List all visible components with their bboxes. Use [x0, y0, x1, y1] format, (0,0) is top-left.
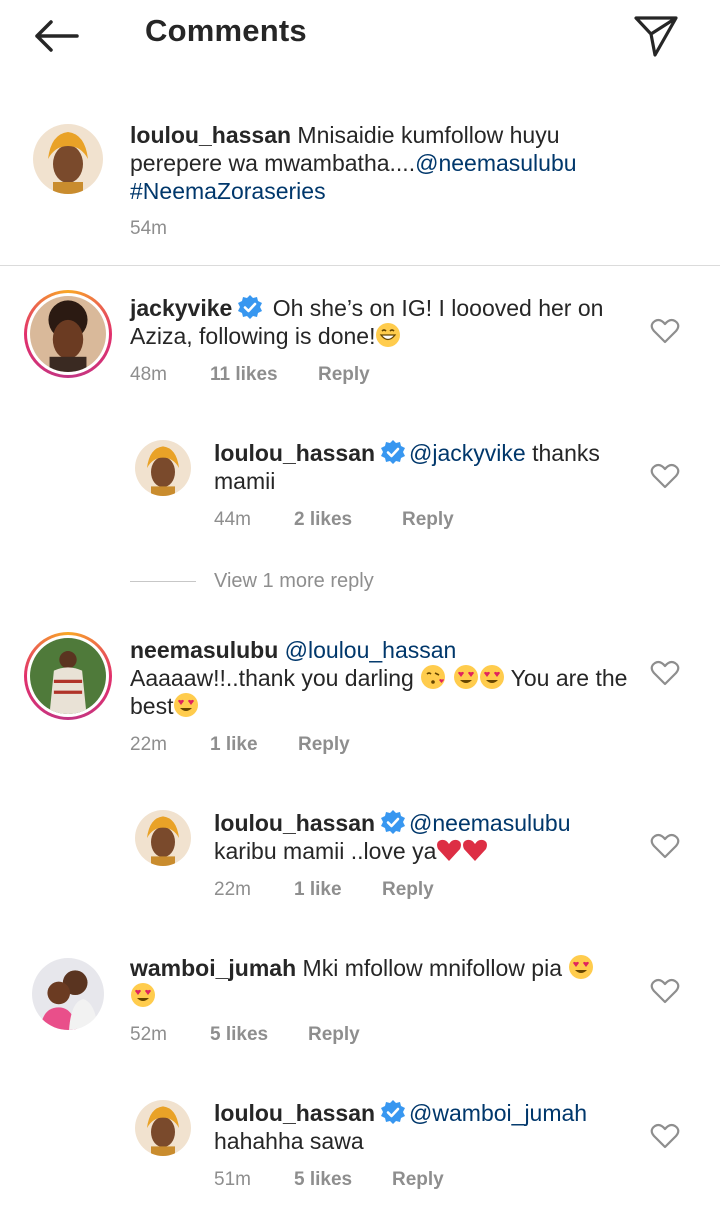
caption-username[interactable]: loulou_hassan — [130, 122, 291, 148]
red-heart-emoji-icon — [436, 837, 462, 863]
avatar[interactable] — [33, 124, 103, 194]
likes-count[interactable]: 5 likes — [210, 1024, 308, 1046]
arrow-left-icon — [35, 20, 79, 52]
reply-body: hahahha sawa — [214, 1128, 364, 1154]
avatar[interactable] — [24, 290, 112, 378]
heart-icon[interactable] — [650, 976, 680, 1006]
heart-icon[interactable] — [650, 316, 680, 346]
verified-badge-icon — [381, 810, 406, 834]
view-more-replies-button[interactable]: View 1 more reply — [130, 570, 374, 593]
red-heart-emoji-icon — [462, 837, 488, 863]
likes-count[interactable]: 11 likes — [210, 364, 318, 386]
comment-text: wamboi_jumah Mki mfollow mnifollow pia — [130, 954, 630, 1010]
timestamp: 44m — [214, 509, 251, 530]
heart-icon[interactable] — [650, 831, 680, 861]
comment-username[interactable]: jackyvike — [130, 295, 232, 321]
comment-username[interactable]: wamboi_jumah — [130, 955, 296, 981]
reply-body: karibu mamii ..love ya — [214, 838, 437, 864]
reply-button[interactable]: Reply — [298, 734, 350, 756]
share-button[interactable] — [630, 12, 682, 60]
comment-mention[interactable]: @loulou_hassan — [285, 637, 457, 663]
comment-meta: 48m 11 likes Reply — [130, 364, 370, 386]
reply-meta: 51m 5 likes Reply — [214, 1169, 444, 1191]
heart-eyes-emoji-icon — [453, 664, 479, 690]
kissing-heart-emoji-icon — [420, 664, 446, 690]
heart-icon[interactable] — [650, 658, 680, 688]
avatar[interactable] — [135, 810, 191, 866]
avatar[interactable] — [24, 632, 112, 720]
verified-badge-icon — [381, 440, 406, 464]
reply-button[interactable]: Reply — [392, 1169, 444, 1191]
post-caption: loulou_hassan Mnisaidie kumfollow huyu p… — [0, 96, 720, 266]
view-more-label: View 1 more reply — [214, 570, 374, 592]
paper-plane-icon — [634, 16, 678, 57]
timestamp: 22m — [130, 734, 167, 755]
verified-badge-icon — [238, 295, 263, 319]
timestamp: 22m — [214, 879, 251, 900]
heart-eyes-emoji-icon — [173, 692, 199, 718]
verified-badge-icon — [381, 1100, 406, 1124]
avatar[interactable] — [135, 1100, 191, 1156]
reply-button[interactable]: Reply — [402, 509, 454, 531]
reply-mention[interactable]: @neemasulubu — [409, 810, 570, 836]
comment-text: jackyvike Oh she’s on IG! I loooved her … — [130, 294, 630, 350]
heart-eyes-emoji-icon — [130, 982, 156, 1008]
reply-text: loulou_hassan @jackyvike thanks mamii — [214, 439, 624, 495]
comment-username[interactable]: neemasulubu — [130, 637, 278, 663]
reply-username[interactable]: loulou_hassan — [214, 1100, 375, 1126]
heart-eyes-emoji-icon — [479, 664, 505, 690]
heart-icon[interactable] — [650, 461, 680, 491]
reply-button[interactable]: Reply — [318, 364, 370, 386]
likes-count[interactable]: 2 likes — [294, 509, 402, 531]
likes-count[interactable]: 1 like — [210, 734, 298, 756]
timestamp: 54m — [130, 218, 167, 239]
comment-body: Aaaaaw!!..thank you darling — [130, 665, 421, 691]
reply-username[interactable]: loulou_hassan — [214, 810, 375, 836]
caption-mention[interactable]: @neemasulubu — [415, 150, 576, 176]
reply-text: loulou_hassan @neemasulubu karibu mamii ..… — [214, 809, 624, 865]
reply-button[interactable]: Reply — [382, 879, 434, 901]
reply-mention[interactable]: @wamboi_jumah — [409, 1100, 587, 1126]
caption-text: loulou_hassan Mnisaidie kumfollow huyu p… — [130, 121, 650, 205]
page-title: Comments — [145, 13, 307, 48]
reply-meta: 22m 1 like Reply — [214, 879, 434, 901]
reply-button[interactable]: Reply — [308, 1024, 360, 1046]
grinning-emoji-icon — [375, 322, 401, 348]
timestamp: 51m — [214, 1169, 251, 1190]
caption-hashtag[interactable]: #NeemaZoraseries — [130, 178, 326, 204]
reply-mention[interactable]: @jackyvike — [409, 440, 526, 466]
heart-eyes-emoji-icon — [568, 954, 594, 980]
avatar[interactable] — [135, 440, 191, 496]
comment-meta: 22m 1 like Reply — [130, 734, 350, 756]
timestamp: 52m — [130, 1024, 167, 1045]
divider — [130, 581, 196, 582]
heart-icon[interactable] — [650, 1121, 680, 1151]
caption-meta: 54m — [130, 218, 210, 240]
reply-text: loulou_hassan @wamboi_jumahhahahha sawa — [214, 1099, 624, 1155]
likes-count[interactable]: 1 like — [294, 879, 382, 901]
reply-meta: 44m 2 likes Reply — [214, 509, 454, 531]
avatar[interactable] — [32, 958, 104, 1030]
comment-text: neemasulubu @loulou_hassan Aaaaaw!!..than… — [130, 636, 630, 720]
comment-meta: 52m 5 likes Reply — [130, 1024, 360, 1046]
back-button[interactable] — [30, 14, 82, 58]
top-bar: Comments — [0, 0, 720, 72]
reply-username[interactable]: loulou_hassan — [214, 440, 375, 466]
comment-body: Mki mfollow mnifollow pia — [296, 955, 569, 981]
likes-count[interactable]: 5 likes — [294, 1169, 392, 1191]
timestamp: 48m — [130, 364, 167, 385]
